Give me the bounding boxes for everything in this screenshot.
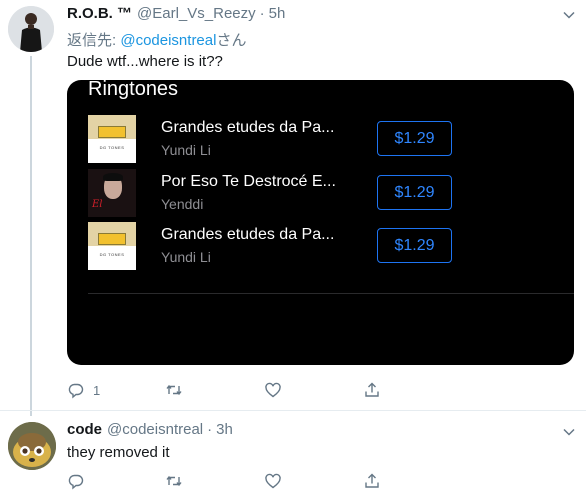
reply-suffix: さん — [216, 32, 247, 49]
ringtone-title: Por Eso Te Destrocé E... — [161, 173, 336, 190]
like-icon — [265, 473, 281, 489]
timestamp[interactable]: 3h — [216, 421, 233, 438]
retweet-icon — [166, 384, 182, 396]
price-button[interactable]: $1.29 — [377, 121, 452, 156]
ringtone-artist: Yundi Li — [161, 249, 211, 265]
ringtone-artist: Yundi Li — [161, 142, 211, 158]
separator-dot: · — [259, 5, 265, 22]
reply-button[interactable] — [67, 471, 85, 491]
share-button[interactable] — [363, 471, 381, 491]
price-button[interactable]: $1.29 — [377, 175, 452, 210]
tweet-text: Dude wtf...where is it?? — [67, 53, 223, 70]
ringtone-row[interactable]: DG TONES Grandes etudes da Pa... Yundi L… — [88, 113, 574, 165]
avatar[interactable] — [8, 422, 56, 470]
like-icon — [265, 382, 281, 398]
divider — [88, 293, 574, 294]
display-name[interactable]: code — [67, 421, 102, 438]
album-art: DG TONES — [88, 222, 136, 270]
tweet-actions — [67, 471, 397, 491]
retweet-button[interactable] — [165, 380, 183, 400]
ringtone-title: Grandes etudes da Pa... — [161, 119, 335, 136]
reply-icon — [68, 383, 84, 399]
ringtone-artist: Yenddi — [161, 196, 204, 212]
tweet-header: code @codeisntreal · 3h — [67, 421, 233, 438]
ringtones-heading: Ringtones — [88, 80, 179, 100]
reply-prefix: 返信先: — [67, 32, 121, 49]
user-handle[interactable]: @Earl_Vs_Reezy — [137, 5, 256, 22]
ringtone-title: Grandes etudes da Pa... — [161, 226, 335, 243]
share-button[interactable] — [363, 380, 381, 400]
ringtone-row[interactable]: El Por Eso Te Destrocé E... Yenddi $1.29 — [88, 167, 574, 219]
reply-icon — [68, 474, 84, 490]
attached-screenshot[interactable]: Ringtones DG TONES Grandes etudes da Pa.… — [67, 80, 574, 365]
like-button[interactable] — [264, 471, 282, 491]
retweet-button[interactable] — [165, 471, 183, 491]
chevron-down-icon[interactable] — [562, 425, 576, 439]
user-handle[interactable]: @codeisntreal — [107, 421, 203, 438]
retweet-icon — [166, 475, 182, 487]
like-button[interactable] — [264, 380, 282, 400]
timestamp[interactable]: 5h — [269, 5, 286, 22]
share-icon — [365, 382, 379, 397]
reply-count: 1 — [93, 382, 101, 398]
price-button[interactable]: $1.29 — [377, 228, 452, 263]
tweet: R.O.B. ™ @Earl_Vs_Reezy · 5h 返信先: @codei… — [0, 0, 586, 410]
chevron-down-icon[interactable] — [562, 8, 576, 22]
album-art: El — [88, 169, 136, 217]
tweet: code @codeisntreal · 3h they removed it — [0, 410, 586, 497]
ringtone-row[interactable]: DG TONES Grandes etudes da Pa... Yundi L… — [88, 220, 574, 272]
reply-button[interactable]: 1 — [67, 380, 100, 400]
share-icon — [365, 473, 379, 488]
album-art: DG TONES — [88, 115, 136, 163]
tweet-text: they removed it — [67, 444, 170, 461]
display-name[interactable]: R.O.B. ™ — [67, 5, 132, 22]
reply-mention-link[interactable]: @codeisntreal — [120, 32, 216, 49]
replying-to: 返信先: @codeisntrealさん — [67, 29, 246, 50]
tweet-actions: 1 — [67, 380, 397, 400]
separator-dot: · — [207, 421, 213, 438]
tweet-header: R.O.B. ™ @Earl_Vs_Reezy · 5h — [67, 5, 285, 22]
avatar[interactable] — [8, 6, 54, 52]
